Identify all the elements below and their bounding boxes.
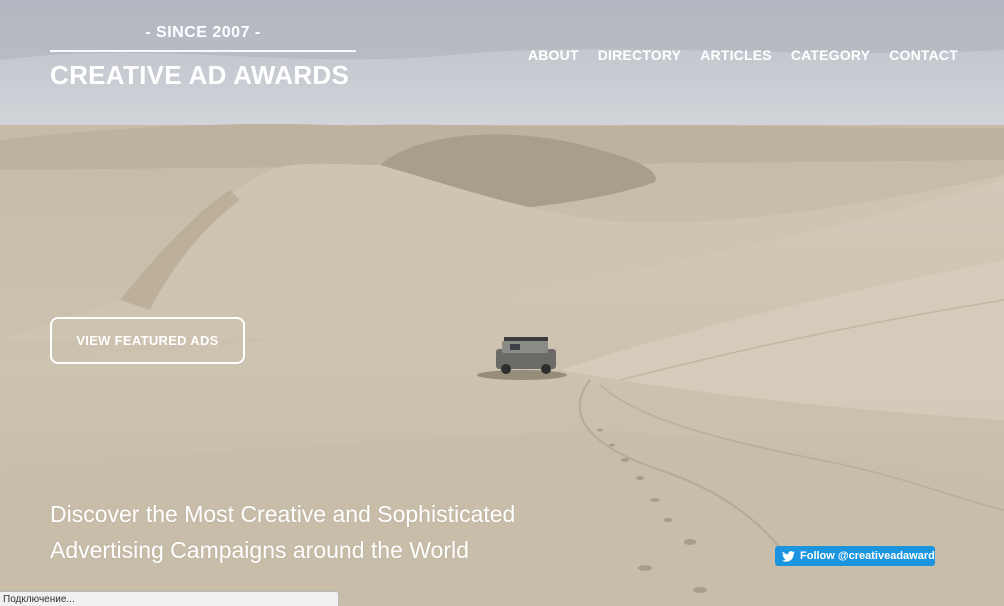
- view-featured-ads-button[interactable]: VIEW FEATURED ADS: [50, 317, 245, 364]
- brand-block: - SINCE 2007 - CREATIVE AD AWARDS: [50, 24, 356, 91]
- tagline-line-2: Advertising Campaigns around the World: [50, 537, 469, 563]
- since-label: - SINCE 2007 -: [50, 24, 356, 52]
- nav-item-about[interactable]: ABOUT: [528, 47, 579, 63]
- hero-tagline: Discover the Most Creative and Sophistic…: [50, 496, 610, 568]
- nav-item-contact[interactable]: CONTACT: [889, 47, 958, 63]
- tagline-line-1: Discover the Most Creative and Sophistic…: [50, 501, 516, 527]
- twitter-follow-button[interactable]: Follow @creativeadaward: [775, 546, 935, 566]
- nav-item-category[interactable]: CATEGORY: [791, 47, 870, 63]
- twitter-bird-icon: [782, 550, 795, 562]
- site-title[interactable]: CREATIVE AD AWARDS: [50, 60, 356, 91]
- browser-status-bar: Подключение...: [0, 591, 339, 606]
- main-nav: ABOUT DIRECTORY ARTICLES CATEGORY CONTAC…: [528, 47, 958, 63]
- nav-item-articles[interactable]: ARTICLES: [700, 47, 772, 63]
- twitter-follow-label: Follow @creativeadaward: [800, 550, 935, 562]
- nav-item-directory[interactable]: DIRECTORY: [598, 47, 681, 63]
